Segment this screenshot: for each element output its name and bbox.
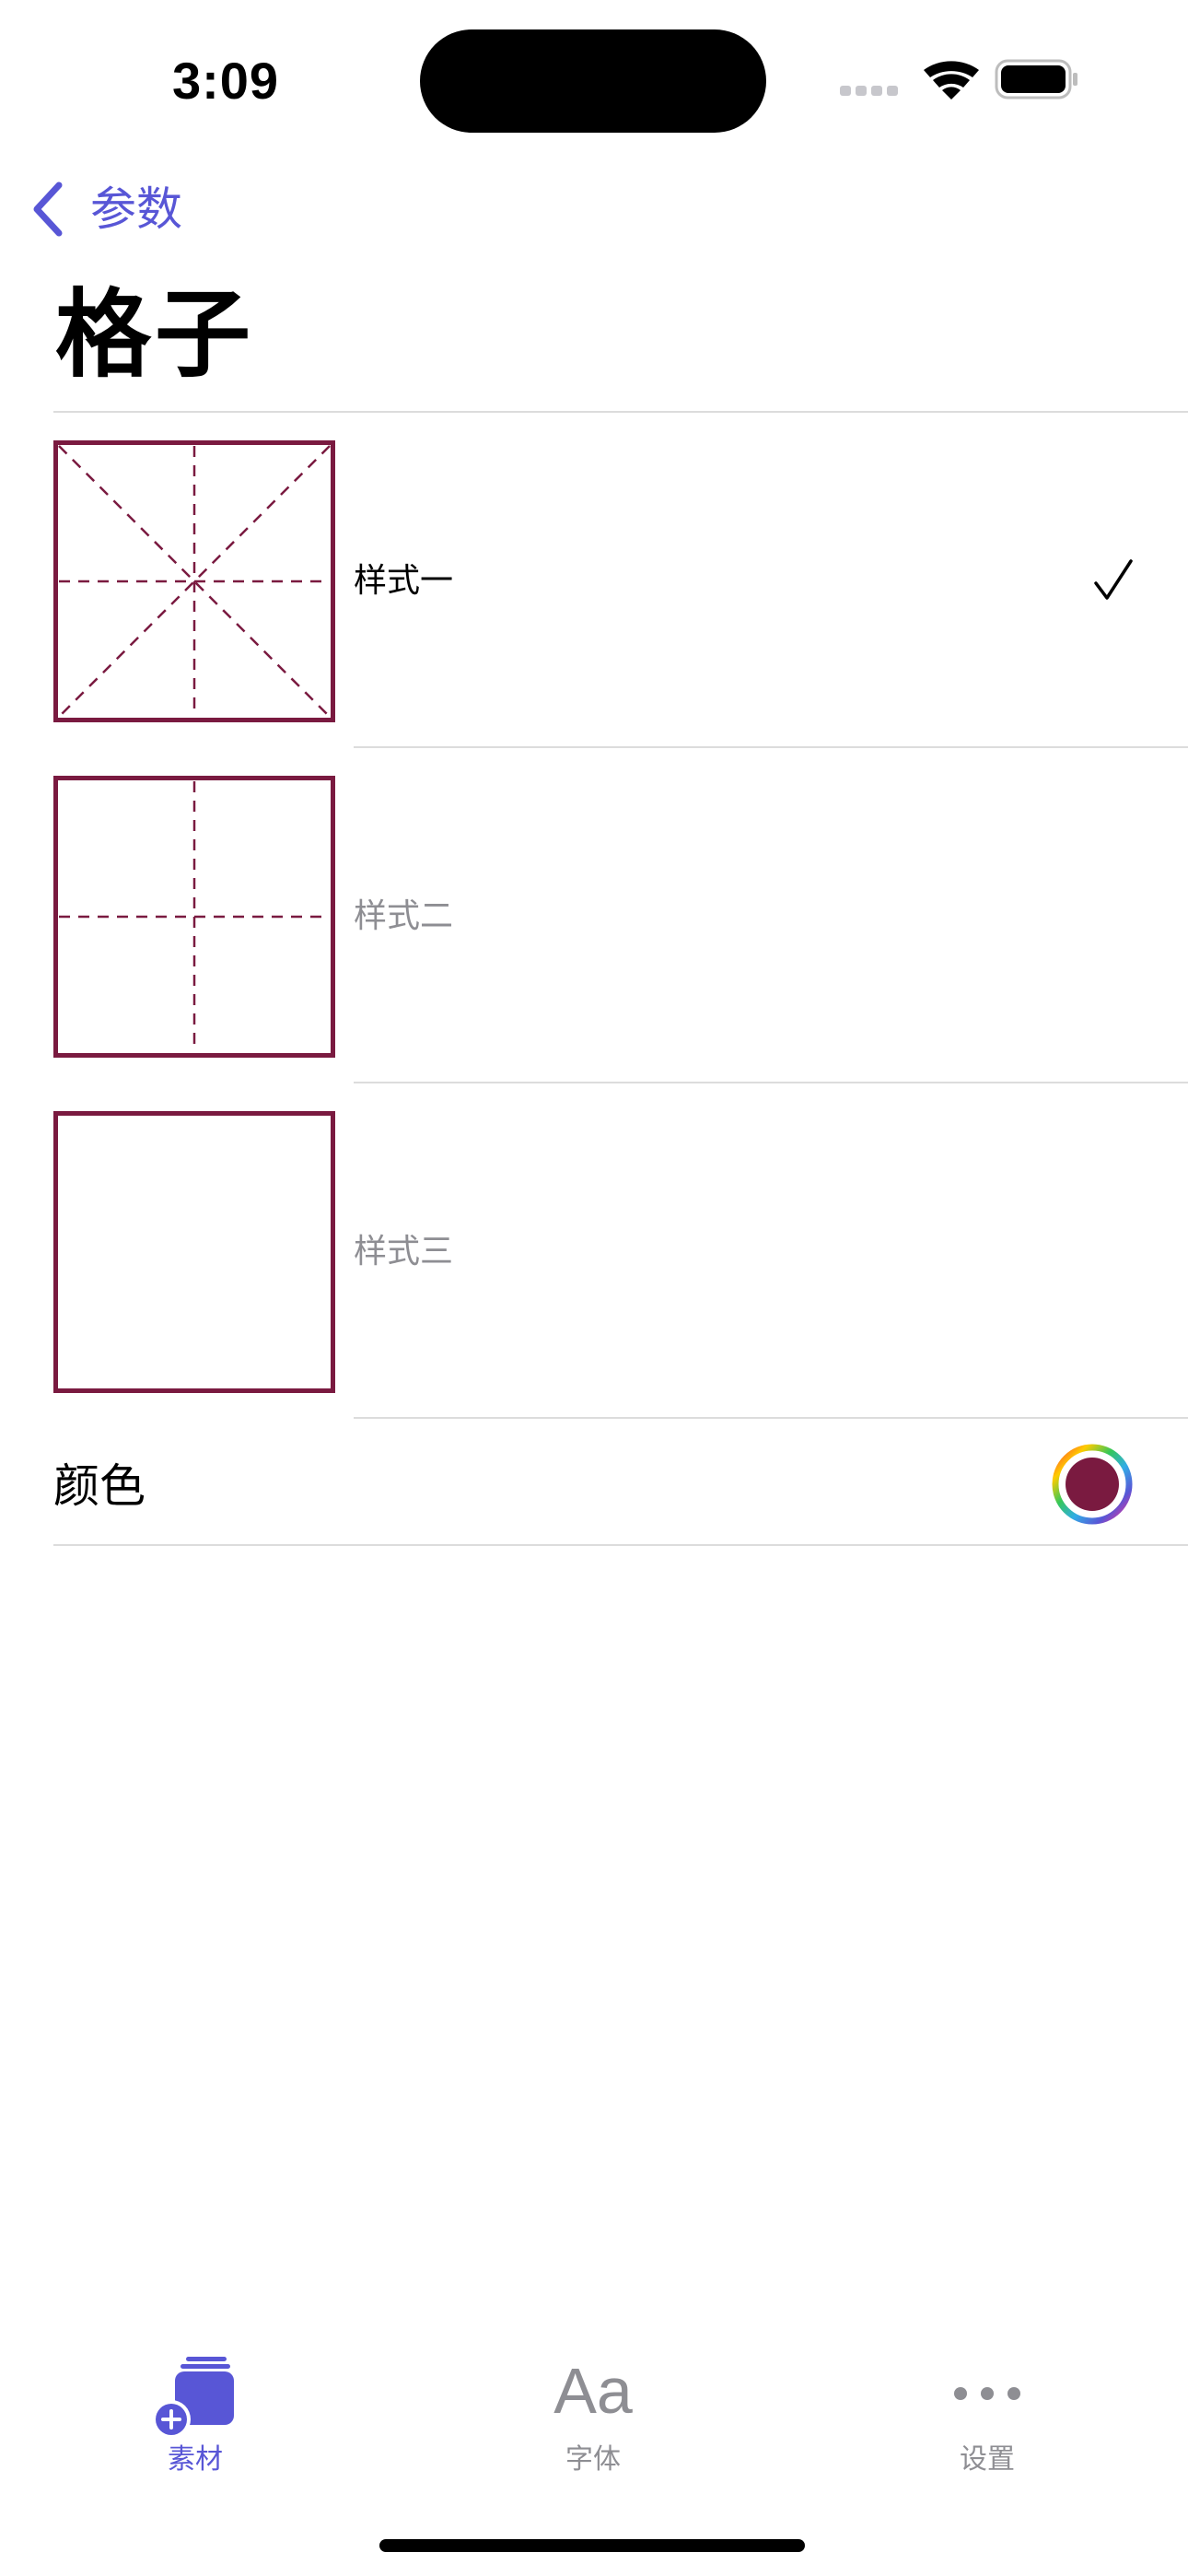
- ellipsis-icon: [954, 2387, 1020, 2400]
- grid-style-label: 样式三: [354, 1233, 454, 1270]
- plain-grid-preview: [53, 1111, 335, 1393]
- rice-grid-preview: [53, 440, 335, 722]
- status-time: 3:09: [171, 52, 280, 110]
- status-icons: [840, 59, 1077, 100]
- back-button[interactable]: 参数: [28, 173, 182, 245]
- grid-style-label: 样式二: [354, 897, 454, 935]
- divider: [53, 411, 1188, 413]
- font-icon: Aa: [553, 2355, 633, 2427]
- grid-style-row-3[interactable]: 样式三: [0, 1093, 1188, 1424]
- grid-style-label: 样式一: [354, 562, 454, 600]
- wifi-icon: [924, 61, 979, 100]
- color-picker-button[interactable]: [1052, 1444, 1133, 1525]
- field-grid-preview: [53, 776, 335, 1058]
- tab-label: 设置: [960, 2443, 1015, 2476]
- home-indicator: [379, 2539, 805, 2552]
- grid-style-row-2[interactable]: 样式二: [0, 757, 1188, 1089]
- divider: [354, 746, 1188, 748]
- color-label: 颜色: [53, 1459, 146, 1513]
- tab-label: 素材: [168, 2443, 223, 2476]
- divider: [53, 1544, 1188, 1546]
- tab-settings[interactable]: 设置: [868, 2348, 1107, 2486]
- divider: [354, 1417, 1188, 1419]
- color-row[interactable]: 颜色: [0, 1424, 1188, 1544]
- tab-materials[interactable]: 素材: [76, 2348, 315, 2486]
- grid-style-row-1[interactable]: 样式一: [0, 422, 1188, 754]
- tab-fonts[interactable]: Aa 字体: [473, 2348, 713, 2486]
- page-title: 格子: [55, 278, 255, 391]
- battery-icon: [995, 59, 1077, 100]
- add-stack-icon: [152, 2357, 234, 2439]
- checkmark-icon: [1094, 559, 1133, 600]
- dynamic-island: [420, 29, 766, 133]
- divider: [354, 1082, 1188, 1083]
- back-button-label: 参数: [90, 182, 182, 236]
- chevron-left-icon: [33, 181, 63, 237]
- tab-label: 字体: [565, 2443, 621, 2476]
- cellular-signal-icon: [840, 86, 898, 96]
